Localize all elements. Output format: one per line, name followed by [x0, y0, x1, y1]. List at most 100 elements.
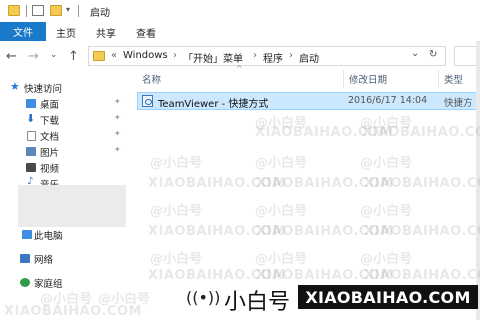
window-edge — [476, 41, 480, 320]
column-header-modified[interactable]: 修改日期 — [349, 72, 387, 86]
nav-item-label: 下载 — [40, 116, 60, 127]
pin-icon[interactable]: ✦ — [114, 129, 121, 138]
breadcrumb-separator[interactable]: › — [253, 50, 257, 61]
watermark: XIAOBAIHAO.COM — [362, 125, 480, 140]
broadcast-icon: ((•)) — [186, 288, 221, 307]
sort-arrow-icon: ^ — [236, 64, 243, 73]
nav-item-network[interactable]: 网络 — [0, 251, 130, 266]
nav-item-label: 桌面 — [40, 100, 60, 111]
picture-icon — [26, 147, 36, 156]
nav-item-this-pc[interactable]: 此电脑 — [0, 227, 130, 242]
download-icon: ⬇ — [26, 112, 36, 125]
watermark: @小白号 — [150, 204, 203, 219]
watermark: XIAOBAIHAO.COM — [364, 176, 480, 191]
nav-item-label: 快速访问 — [24, 84, 63, 95]
customize-dropdown-icon[interactable]: ▾ — [66, 5, 70, 14]
logo-url: XIAOBAIHAO.COM — [298, 285, 478, 309]
nav-item-label: 网络 — [34, 255, 54, 266]
homegroup-icon — [20, 278, 30, 287]
address-bar[interactable]: « Windows › 「开始」菜单 › 程序 › 启动 ⌄ ↻ — [88, 46, 446, 66]
watermark: @小白号 — [40, 292, 93, 307]
watermark: @小白号 — [255, 156, 308, 171]
breadcrumb-windows[interactable]: Windows — [123, 50, 168, 61]
properties-icon[interactable] — [32, 5, 44, 16]
pin-icon[interactable]: ✦ — [114, 145, 121, 154]
file-row[interactable]: TeamViewer - 快捷方式 2016/6/17 14:04 快捷方 — [137, 92, 480, 110]
file-type: 快捷方 — [444, 98, 473, 109]
watermark: XIAOBAIHAO.COM — [364, 268, 480, 283]
desktop-icon — [26, 99, 36, 108]
recent-locations-button[interactable]: ⌄ — [50, 50, 58, 60]
video-icon — [26, 163, 36, 172]
breadcrumb-programs[interactable]: 程序 — [263, 50, 283, 65]
nav-item-label: 文档 — [40, 132, 60, 143]
breadcrumb-start-menu[interactable]: 「开始」菜单 — [183, 50, 243, 65]
watermark: XIAOBAIHAO.COM — [256, 224, 394, 239]
watermark: XIAOBAIHAO.COM — [256, 268, 394, 283]
file-name: TeamViewer - 快捷方式 — [158, 99, 269, 110]
nav-item-documents[interactable]: 文档 ✦ — [0, 128, 130, 143]
nav-item-downloads[interactable]: ⬇ 下载 ✦ — [0, 112, 130, 127]
watermark: @小白号 — [255, 252, 308, 267]
pin-icon[interactable]: ✦ — [114, 97, 121, 106]
column-divider[interactable] — [343, 70, 344, 88]
star-icon: ★ — [10, 80, 20, 93]
column-header-type[interactable]: 类型 — [444, 72, 463, 86]
tab-file[interactable]: 文件 — [0, 22, 46, 41]
watermark: XIAOBAIHAO.COM — [255, 125, 393, 140]
tab-share[interactable]: 共享 — [96, 25, 116, 40]
watermark: XIAOBAIHAO.COM — [4, 304, 142, 319]
nav-item-desktop[interactable]: 桌面 ✦ — [0, 96, 130, 111]
title-bar: ▾ 启动 — [0, 0, 480, 22]
forward-button[interactable]: → — [28, 49, 39, 64]
document-icon — [27, 131, 36, 141]
tab-home[interactable]: 主页 — [56, 25, 76, 40]
folder-icon — [93, 51, 105, 61]
watermark: @小白号 — [360, 204, 413, 219]
shortcut-icon — [142, 95, 153, 107]
tab-view[interactable]: 查看 — [136, 25, 156, 40]
logo-text: 小白号 — [224, 290, 291, 315]
watermark: @小白号 — [150, 156, 203, 171]
nav-item-label: 图片 — [40, 148, 60, 159]
pin-icon[interactable]: ✦ — [114, 113, 121, 122]
refresh-icon[interactable]: ↻ — [429, 49, 437, 60]
nav-item-label: 视频 — [40, 164, 60, 175]
new-folder-icon[interactable] — [50, 5, 62, 16]
breadcrumb-startup[interactable]: 启动 — [299, 50, 319, 65]
watermark: @小白号 — [255, 116, 308, 131]
divider — [26, 5, 27, 17]
address-dropdown-icon[interactable]: ⌄ — [411, 48, 419, 59]
file-modified: 2016/6/17 14:04 — [348, 95, 428, 106]
column-header-name[interactable]: 名称 — [142, 72, 161, 86]
computer-icon — [22, 230, 32, 239]
nav-item-quick-access[interactable]: ★ 快速访问 — [0, 80, 130, 95]
watermark: XIAOBAIHAO.COM — [148, 224, 286, 239]
ribbon-tabs: 文件 主页 共享 查看 — [0, 22, 480, 42]
nav-item-label: 此电脑 — [34, 231, 63, 242]
window-title: 启动 — [90, 8, 110, 19]
folder-icon — [8, 5, 20, 16]
breadcrumb-separator[interactable]: › — [289, 50, 293, 61]
watermark: @小白号 — [255, 204, 308, 219]
watermark: @小白号 — [360, 156, 413, 171]
nav-item-videos[interactable]: 视频 — [0, 160, 130, 175]
watermark: @小白号 — [360, 252, 413, 267]
watermark: @小白号 — [98, 292, 151, 307]
watermark: XIAOBAIHAO.COM — [148, 268, 286, 283]
nav-item-homegroup[interactable]: 家庭组 — [0, 275, 130, 290]
divider — [78, 5, 79, 17]
up-button[interactable]: ↑ — [68, 49, 79, 64]
breadcrumb-separator[interactable]: › — [173, 50, 177, 61]
watermark: XIAOBAIHAO.COM — [364, 224, 480, 239]
watermark: XIAOBAIHAO.COM — [256, 176, 394, 191]
nav-item-pictures[interactable]: 图片 ✦ — [0, 144, 130, 159]
obscured-region — [18, 185, 126, 227]
column-divider[interactable] — [438, 70, 439, 88]
watermark: XIAOBAIHAO.COM — [148, 176, 286, 191]
nav-item-label: 家庭组 — [34, 279, 63, 290]
watermark: @小白号 — [360, 116, 413, 131]
back-button[interactable]: ← — [6, 49, 17, 64]
watermark: @小白号 — [150, 252, 203, 267]
breadcrumb-overflow[interactable]: « — [111, 50, 117, 61]
